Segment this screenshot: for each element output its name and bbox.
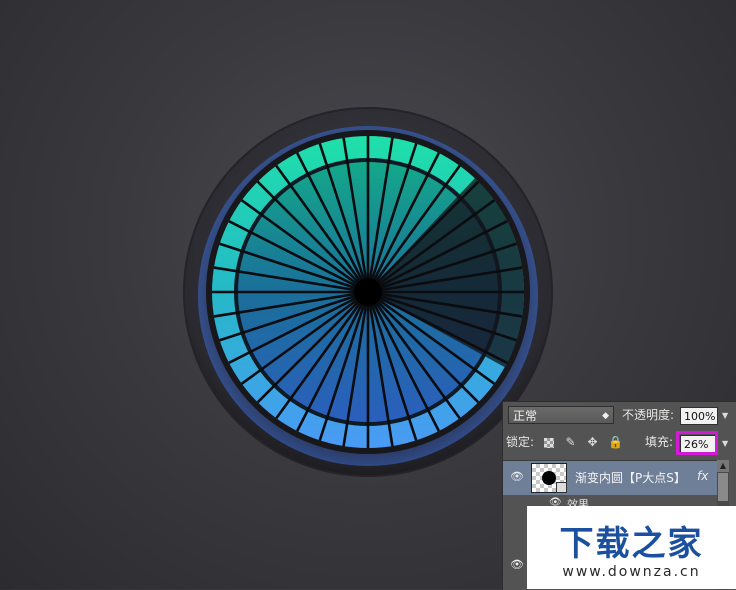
smart-object-icon: [556, 482, 567, 493]
layer-name: 渐变内圆【P大点S】: [575, 471, 686, 485]
layer-row[interactable]: 👁 渐变内圆【P大点S】 fx: [503, 460, 717, 495]
visibility-eye-icon[interactable]: 👁: [510, 470, 524, 483]
updown-icon: ◆: [602, 411, 609, 421]
lock-label: 锁定:: [506, 435, 535, 449]
lock-icon[interactable]: 🔒: [608, 436, 623, 449]
blend-row: 正常 ◆ 不透明度: 100% ▼: [503, 404, 736, 428]
scroll-up-icon[interactable]: ▲: [717, 460, 729, 472]
watermark-url: www.downza.cn: [562, 564, 701, 580]
lock-transparency-icon[interactable]: [544, 438, 554, 448]
fill-dropdown-icon[interactable]: ▼: [722, 435, 728, 453]
layer-thumbnail: [531, 463, 567, 493]
watermark: 下载之家 www.downza.cn: [527, 506, 736, 589]
blend-mode-value: 正常: [513, 409, 538, 423]
bottom-eye-icon[interactable]: 👁: [510, 558, 524, 571]
watermark-main: 下载之家: [559, 524, 704, 564]
fill-highlight-box: [676, 431, 718, 455]
opacity-dropdown-icon[interactable]: ▼: [722, 407, 728, 425]
fx-icon[interactable]: fx: [697, 469, 708, 483]
brush-icon[interactable]: ✎: [564, 436, 577, 449]
opacity-field[interactable]: 100%: [680, 407, 718, 425]
scroll-thumb[interactable]: [718, 473, 728, 501]
dial-center: [354, 278, 382, 306]
blend-mode-select[interactable]: 正常 ◆: [508, 406, 614, 424]
opacity-label: 不透明度:: [622, 408, 675, 422]
move-icon[interactable]: ✥: [586, 436, 599, 449]
fill-label: 填充:: [645, 435, 674, 449]
